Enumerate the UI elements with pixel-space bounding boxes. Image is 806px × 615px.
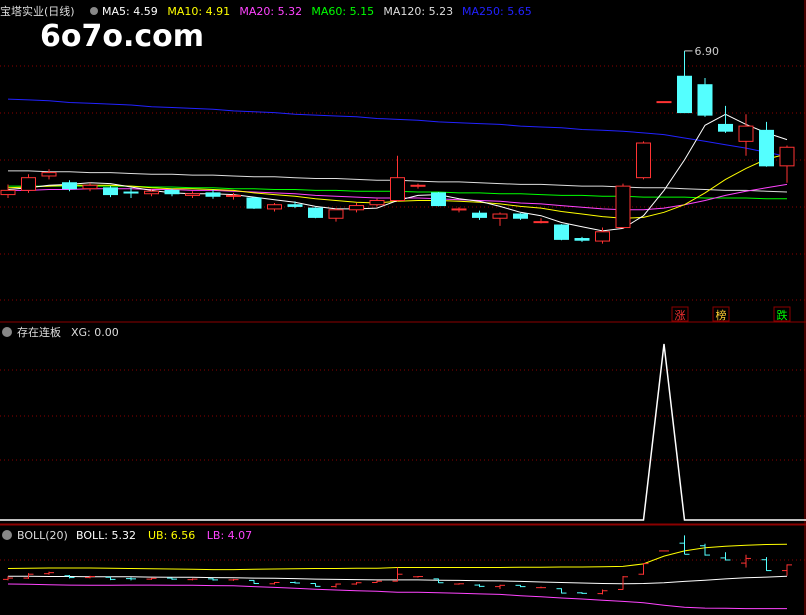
- candle-body[interactable]: [533, 221, 549, 224]
- candle-body[interactable]: [451, 208, 467, 211]
- ma-legend-item: MA5: 4.59: [102, 5, 158, 18]
- candle-body[interactable]: [226, 194, 241, 197]
- boll-ub-line: [7, 543, 788, 571]
- boll-legend-item: UB: 6.56: [148, 529, 195, 542]
- stock-name: 宝塔实业(日线): [0, 4, 75, 18]
- boll-menu-icon[interactable]: [2, 530, 12, 540]
- candle-body[interactable]: [472, 212, 487, 218]
- candle-body[interactable]: [759, 129, 774, 167]
- boll-legend-item: BOLL: 5.32: [76, 529, 136, 542]
- ma-menu-icon[interactable]: [90, 7, 98, 15]
- ma-legend-item: MA20: 5.32: [239, 5, 302, 18]
- ma-legend-item: MA10: 4.91: [167, 5, 230, 18]
- stock-chart[interactable]: 6.90 涨 榜 跌 宝塔实业(日线) MA5: 4.59 MA10: 4.91 MA20: …: [0, 0, 806, 615]
- candle-body[interactable]: [390, 177, 405, 201]
- candle-body[interactable]: [595, 231, 610, 242]
- candle-body[interactable]: [144, 190, 159, 195]
- candle-body[interactable]: [349, 205, 364, 211]
- candle-body[interactable]: [103, 187, 118, 196]
- candle-body[interactable]: [369, 199, 385, 206]
- ma-legend-item: MA60: 5.15: [311, 5, 374, 18]
- candle-body[interactable]: [123, 191, 139, 194]
- candle-body[interactable]: [287, 204, 303, 207]
- candle-body[interactable]: [738, 125, 754, 142]
- candle-body[interactable]: [41, 172, 57, 177]
- candle-body[interactable]: [205, 192, 221, 197]
- boll-title: BOLL(20): [17, 529, 68, 542]
- candle-body[interactable]: [513, 213, 528, 219]
- candle-body[interactable]: [636, 142, 651, 179]
- candle-body[interactable]: [554, 224, 569, 240]
- candle-body[interactable]: [308, 207, 323, 218]
- watermark: 6o7o.com: [40, 19, 204, 54]
- candle-body[interactable]: [82, 184, 98, 190]
- ma-legend-item: MA250: 5.65: [462, 5, 532, 18]
- candle-body[interactable]: [431, 192, 446, 207]
- candle-body[interactable]: [328, 209, 344, 219]
- high-price-label: 6.90: [695, 45, 720, 58]
- candle-body[interactable]: [410, 184, 426, 187]
- candle-body[interactable]: [492, 213, 508, 219]
- candle-body[interactable]: [62, 182, 77, 190]
- boll-legend-item: LB: 4.07: [207, 529, 252, 542]
- candle-body[interactable]: [718, 123, 733, 132]
- candle-body[interactable]: [574, 238, 590, 241]
- candle-body[interactable]: [267, 204, 282, 210]
- boll-lb-line: [7, 583, 787, 610]
- candle-body[interactable]: [246, 197, 262, 209]
- candle-body[interactable]: [697, 84, 713, 116]
- candle-body[interactable]: [185, 193, 200, 196]
- candle-body[interactable]: [615, 185, 631, 229]
- candle-body[interactable]: [656, 101, 672, 104]
- signal-tag: 跌: [777, 308, 788, 322]
- candle-body[interactable]: [677, 75, 692, 114]
- signal-tag: 榜: [716, 308, 727, 322]
- ma-legend-item: MA120: 5.23: [383, 5, 453, 18]
- candle-body[interactable]: [21, 177, 36, 191]
- signal-tag: 涨: [675, 309, 686, 322]
- xg-menu-icon[interactable]: [2, 327, 12, 337]
- candle-body[interactable]: [779, 146, 795, 167]
- candle-body[interactable]: [0, 189, 16, 196]
- candle-body[interactable]: [164, 189, 180, 195]
- xg-legend: XG: 0.00: [71, 326, 119, 339]
- xg-title: 存在连板: [17, 325, 61, 339]
- ma250-line: [7, 98, 788, 157]
